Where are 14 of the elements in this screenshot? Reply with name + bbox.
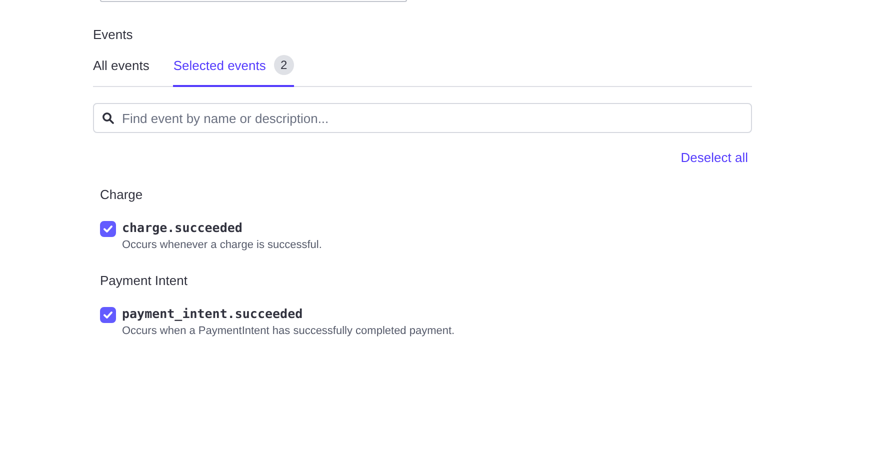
checkbox[interactable] — [100, 221, 116, 237]
deselect-all-link[interactable]: Deselect all — [680, 150, 748, 165]
event-name: payment_intent.succeeded — [122, 306, 304, 321]
section-label: Events — [93, 27, 134, 43]
group-title: Payment Intent — [100, 273, 188, 288]
group-title: Charge — [100, 187, 144, 202]
tab[interactable]: Selected events 2 — [173, 55, 294, 87]
event-description: Occurs whenever a charge is successful. — [122, 239, 322, 251]
checkbox[interactable] — [100, 307, 116, 323]
event-name: charge.succeeded — [122, 220, 244, 235]
search-field[interactable]: Find event by name or description... — [93, 103, 752, 133]
event-description: Occurs when a PaymentIntent has successfully completed payment. — [122, 325, 455, 337]
tab[interactable]: All events — [93, 55, 150, 87]
count-badge: 2 — [274, 55, 294, 75]
